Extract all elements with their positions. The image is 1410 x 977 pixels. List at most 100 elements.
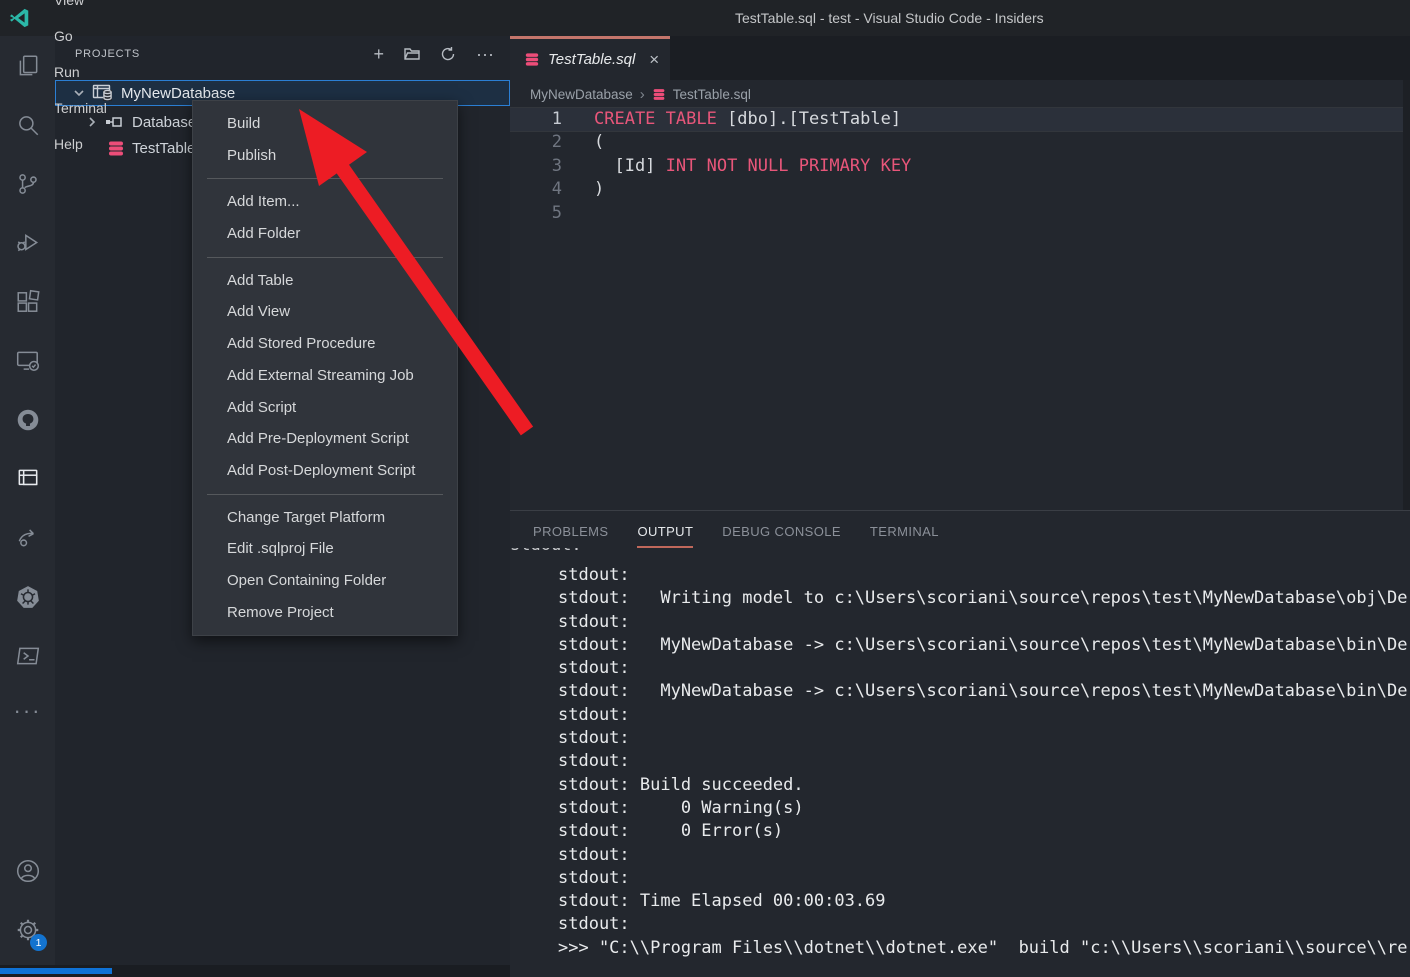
breadcrumb-item-project[interactable]: MyNewDatabase	[530, 87, 633, 102]
activity-bar: ··· 1	[0, 36, 55, 965]
vscode-insiders-logo-icon	[9, 7, 31, 29]
output-console[interactable]: stdout:stdout: Writing model to c:\Users…	[510, 564, 1410, 960]
panel-tab-output[interactable]: OUTPUT	[637, 524, 693, 548]
breadcrumb-separator-icon: ›	[640, 86, 645, 103]
tab-bar: TestTable.sql ×	[510, 36, 1410, 80]
panel-tab-debug-console[interactable]: DEBUG CONSOLE	[722, 524, 841, 548]
output-line: >>> "C:\\Program Files\\dotnet\\dotnet.e…	[558, 937, 1410, 960]
output-line: stdout:	[510, 548, 1410, 557]
code-line[interactable]: 1CREATE TABLE [dbo].[TestTable]	[510, 108, 1410, 131]
menu-separator	[207, 257, 443, 258]
output-line: stdout: 0 Warning(s)	[558, 797, 1410, 820]
output-line: stdout:	[558, 727, 1410, 750]
context-menu-item-add-table[interactable]: Add Table	[193, 265, 457, 297]
bottom-strip	[0, 965, 510, 977]
output-line: stdout:	[558, 913, 1410, 936]
powershell-icon[interactable]	[0, 626, 55, 685]
context-menu-item-open-containing-folder[interactable]: Open Containing Folder	[193, 565, 457, 597]
context-menu-item-add-script[interactable]: Add Script	[193, 392, 457, 424]
output-line: stdout:	[558, 750, 1410, 773]
explorer-icon[interactable]	[0, 36, 55, 95]
window-title: TestTable.sql - test - Visual Studio Cod…	[735, 0, 1044, 36]
context-menu-item-add-view[interactable]: Add View	[193, 296, 457, 328]
add-project-icon[interactable]: +	[374, 46, 385, 62]
context-menu-item-build[interactable]: Build	[193, 108, 457, 140]
database-projects-icon[interactable]	[0, 449, 55, 508]
code-text: )	[562, 178, 604, 201]
output-line: stdout: MyNewDatabase -> c:\Users\scoria…	[558, 680, 1410, 703]
kubernetes-icon[interactable]	[0, 567, 55, 626]
context-menu-item-add-item[interactable]: Add Item...	[193, 186, 457, 218]
output-line: stdout: 0 Error(s)	[558, 820, 1410, 843]
code-editor[interactable]: 1CREATE TABLE [dbo].[TestTable]2(3 [Id] …	[510, 108, 1410, 225]
code-text: CREATE TABLE [dbo].[TestTable]	[562, 108, 901, 131]
remote-explorer-icon[interactable]	[0, 331, 55, 390]
output-line: stdout:	[558, 657, 1410, 680]
context-menu-item-add-external-streaming-job[interactable]: Add External Streaming Job	[193, 360, 457, 392]
menu-separator	[207, 178, 443, 179]
github-icon[interactable]	[0, 390, 55, 449]
source-control-icon[interactable]	[0, 154, 55, 213]
context-menu-item-add-post-deployment-script[interactable]: Add Post-Deployment Script	[193, 455, 457, 487]
open-folder-icon[interactable]	[404, 46, 420, 62]
tab-label: TestTable.sql	[548, 51, 635, 68]
breadcrumb-item-file[interactable]: TestTable.sql	[673, 87, 751, 102]
code-text: (	[562, 131, 604, 154]
output-line: stdout:	[558, 704, 1410, 727]
panel-tab-bar: PROBLEMS OUTPUT DEBUG CONSOLE TERMINAL	[510, 511, 1410, 548]
context-menu-item-add-pre-deployment-script[interactable]: Add Pre-Deployment Script	[193, 423, 457, 455]
clipped-output-line: stdout:	[510, 548, 1410, 557]
line-number: 5	[510, 202, 562, 225]
more-actions-icon[interactable]: ···	[476, 46, 494, 62]
editor-scrollbar[interactable]	[1403, 80, 1410, 510]
menu-separator	[207, 494, 443, 495]
code-line[interactable]: 2(	[510, 131, 1410, 154]
breadcrumb: MyNewDatabase › TestTable.sql	[510, 80, 1410, 108]
settings-gear-icon[interactable]: 1	[0, 900, 55, 959]
accounts-icon[interactable]	[0, 841, 55, 900]
line-number: 4	[510, 178, 562, 201]
title-bar: FileEditSelectionViewGoRunTerminalHelp T…	[0, 0, 1410, 36]
menu-view[interactable]: View	[41, 0, 125, 18]
context-menu-item-publish[interactable]: Publish	[193, 140, 457, 172]
more-extensions-icon[interactable]: ···	[0, 685, 55, 744]
context-menu-item-add-folder[interactable]: Add Folder	[193, 218, 457, 250]
panel-tab-problems[interactable]: PROBLEMS	[533, 524, 608, 548]
code-text: [Id] INT NOT NULL PRIMARY KEY	[562, 155, 911, 178]
output-line: stdout: Build succeeded.	[558, 774, 1410, 797]
line-number: 1	[510, 108, 562, 131]
progress-bar	[0, 968, 112, 974]
output-line: stdout:	[558, 611, 1410, 634]
line-number: 3	[510, 155, 562, 178]
editor-group: TestTable.sql × MyNewDatabase › TestTabl…	[510, 36, 1410, 510]
live-share-icon[interactable]	[0, 508, 55, 567]
output-line: stdout:	[558, 844, 1410, 867]
output-line: stdout: Writing model to c:\Users\scoria…	[558, 587, 1410, 610]
close-icon[interactable]: ×	[649, 51, 659, 68]
code-line[interactable]: 3 [Id] INT NOT NULL PRIMARY KEY	[510, 155, 1410, 178]
output-line: stdout:	[558, 564, 1410, 587]
database-file-icon	[652, 88, 666, 101]
code-text	[562, 202, 594, 225]
tree-item-label: MyNewDatabase	[121, 85, 235, 102]
settings-badge: 1	[30, 934, 47, 951]
run-and-debug-icon[interactable]	[0, 213, 55, 272]
database-file-icon	[524, 52, 540, 67]
panel-tab-terminal[interactable]: TERMINAL	[870, 524, 939, 548]
output-line: stdout: MyNewDatabase -> c:\Users\scoria…	[558, 634, 1410, 657]
context-menu-item-remove-project[interactable]: Remove Project	[193, 597, 457, 629]
output-line: stdout: Time Elapsed 00:00:03.69	[558, 890, 1410, 913]
context-menu-item-edit-sqlproj-file[interactable]: Edit .sqlproj File	[193, 533, 457, 565]
tab-testtable-sql[interactable]: TestTable.sql ×	[510, 36, 670, 80]
context-menu-item-change-target-platform[interactable]: Change Target Platform	[193, 502, 457, 534]
search-icon[interactable]	[0, 95, 55, 154]
context-menu-item-add-stored-procedure[interactable]: Add Stored Procedure	[193, 328, 457, 360]
bottom-panel: PROBLEMS OUTPUT DEBUG CONSOLE TERMINAL stdo…	[510, 510, 1410, 977]
line-number: 2	[510, 131, 562, 154]
code-line[interactable]: 5	[510, 202, 1410, 225]
code-line[interactable]: 4)	[510, 178, 1410, 201]
project-context-menu: BuildPublish Add Item...Add Folder Add Tab…	[192, 100, 458, 636]
extensions-icon[interactable]	[0, 272, 55, 331]
refresh-icon[interactable]	[440, 46, 456, 62]
output-line: stdout:	[558, 867, 1410, 890]
